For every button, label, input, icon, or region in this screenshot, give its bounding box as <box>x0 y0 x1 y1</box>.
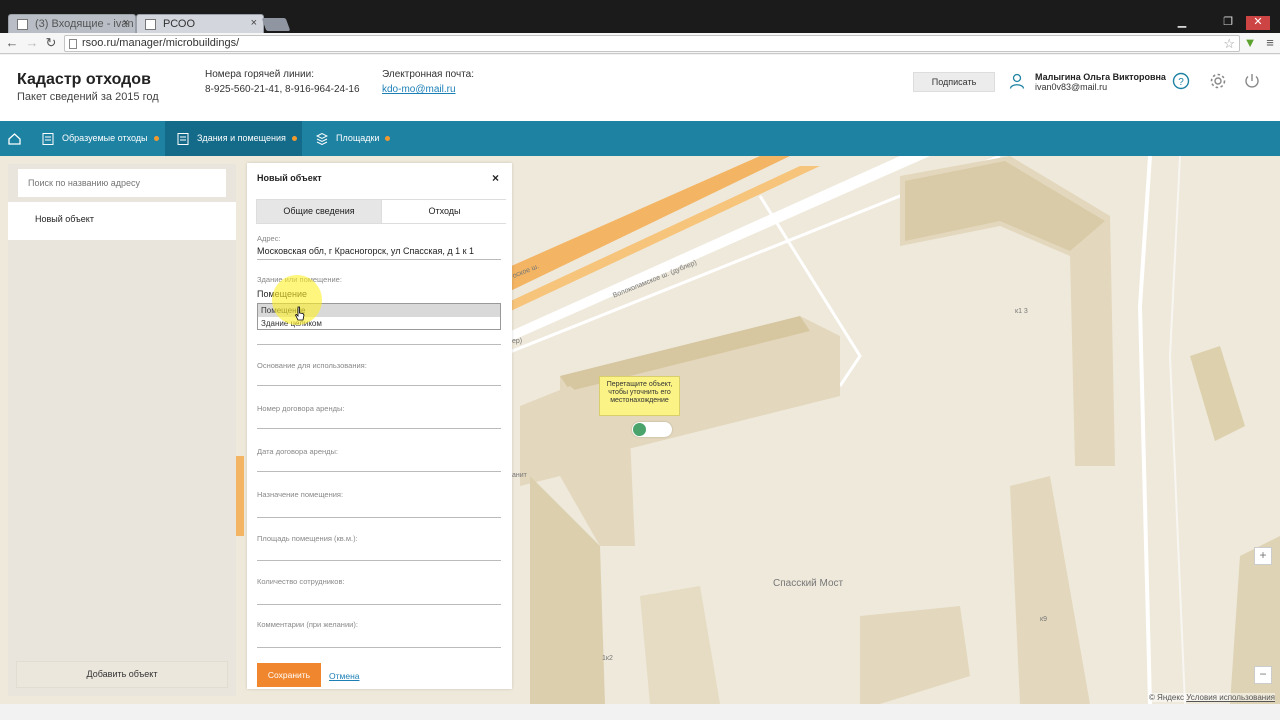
cancel-link[interactable]: Отмена <box>329 671 360 681</box>
zoom-in-button[interactable]: + <box>1254 547 1272 565</box>
comments-field[interactable] <box>257 647 501 648</box>
form-tabs: Общие сведения Отходы <box>256 199 507 224</box>
attribution-brand: © Яндекс <box>1148 693 1184 702</box>
status-dot <box>385 136 391 142</box>
help-icon[interactable]: ? <box>1172 72 1190 90</box>
url-text: rsoo.ru/manager/microbuildings/ <box>82 37 240 49</box>
browser-window: (3) Входящие - ivan × РСОО × ▁ ❐ ✕ ← → ↻… <box>0 0 1280 720</box>
status-dot <box>153 136 159 142</box>
zoom-out-button[interactable]: − <box>1254 666 1272 684</box>
hand-cursor-icon <box>294 306 305 321</box>
nav-item-label: Здания и помещения <box>197 133 286 143</box>
objects-sidebar: Новый объект Добавить объект <box>8 164 236 696</box>
area-label: Площадь помещения (кв.м.): <box>257 534 358 543</box>
purpose-label: Назначение помещения: <box>257 490 344 499</box>
road-label: анит <box>512 472 527 479</box>
browser-toolbar: ← → ↻ rsoo.ru/manager/microbuildings/ ☆ … <box>0 33 1280 54</box>
tab-general[interactable]: Общие сведения <box>257 200 382 223</box>
user-email: ivan0v83@mail.ru <box>1035 82 1108 92</box>
new-object-form: Новый объект × Общие сведения Отходы Адр… <box>247 163 512 689</box>
lease-number-label: Номер договора аренды: <box>257 404 345 413</box>
list-item-label: Новый объект <box>35 214 94 224</box>
close-tab-icon[interactable]: × <box>123 17 129 29</box>
employees-label: Количество сотрудников: <box>257 577 345 586</box>
form-title: Новый объект <box>257 173 322 183</box>
new-tab-button[interactable] <box>261 18 291 31</box>
nav-item-buildings[interactable]: Здания и помещения <box>165 121 302 156</box>
page-icon <box>145 19 156 30</box>
lease-date-field[interactable] <box>257 471 501 472</box>
back-icon[interactable]: ← <box>4 35 20 51</box>
user-name: Малыгина Ольга Викторовна <box>1035 72 1166 82</box>
svg-text:?: ? <box>1178 77 1184 88</box>
terms-link[interactable]: Условия использования <box>1186 693 1275 702</box>
site-header: Кадастр отходов Пакет сведений за 2015 г… <box>0 55 1280 121</box>
map-attribution: © Яндекс Условия использования <box>1148 693 1275 702</box>
employees-field[interactable] <box>257 604 501 605</box>
minimize-icon[interactable]: ▁ <box>1170 16 1194 30</box>
browser-tab-strip: (3) Входящие - ivan × РСОО × ▁ ❐ ✕ <box>0 0 1280 33</box>
close-window-icon[interactable]: ✕ <box>1246 16 1270 30</box>
hotline-value: 8-925-560-21-41, 8-916-964-24-16 <box>205 84 360 95</box>
save-button[interactable]: Сохранить <box>257 663 321 687</box>
home-icon[interactable] <box>0 121 29 156</box>
nav-item-label: Образуемые отходы <box>62 133 148 143</box>
bookmark-star-icon[interactable]: ☆ <box>1223 36 1235 52</box>
comments-label: Комментарии (при желании): <box>257 620 358 629</box>
clipboard-icon <box>42 133 54 145</box>
settings-gear-icon[interactable] <box>1209 72 1227 90</box>
search-input[interactable] <box>18 169 226 197</box>
map-marker-tooltip: Перетащите объект, чтобы уточнить его ме… <box>599 376 680 416</box>
browser-tab-rsoo[interactable]: РСОО × <box>136 14 264 33</box>
field-underline <box>257 259 501 260</box>
menu-icon[interactable]: ≡ <box>1262 35 1278 51</box>
browser-tab-title: РСОО <box>163 18 196 30</box>
email-link[interactable]: kdo-mo@mail.ru <box>382 84 456 95</box>
sign-button[interactable]: Подписать <box>913 72 995 92</box>
layers-icon <box>316 132 328 145</box>
address-label: Адрес: <box>257 234 281 243</box>
draggable-marker[interactable] <box>632 422 672 437</box>
address-field[interactable]: Московская обл, г Красногорск, ул Спасск… <box>257 246 474 256</box>
close-icon[interactable]: × <box>492 171 499 185</box>
email-label: Электронная почта: <box>382 69 475 80</box>
address-bar[interactable]: rsoo.ru/manager/microbuildings/ ☆ <box>64 35 1240 52</box>
browser-tab-inbox[interactable]: (3) Входящие - ivan × <box>8 14 136 33</box>
page-subtitle: Пакет сведений за 2015 год <box>17 91 159 103</box>
list-item[interactable]: Новый объект <box>8 202 236 240</box>
forward-icon[interactable]: → <box>24 35 40 51</box>
nav-item-label: Площадки <box>336 133 380 143</box>
add-object-button[interactable]: Добавить объект <box>16 661 228 688</box>
purpose-field[interactable] <box>257 517 501 518</box>
nav-item-waste[interactable]: Образуемые отходы <box>40 121 165 156</box>
clipboard-icon <box>177 133 189 145</box>
user-icon <box>1009 73 1025 89</box>
page-title: Кадастр отходов <box>17 71 151 88</box>
mail-icon <box>17 19 28 30</box>
nav-item-sites[interactable]: Площадки <box>314 121 414 156</box>
building-marker-icon <box>633 423 646 436</box>
status-dot <box>291 136 297 142</box>
page-icon <box>69 39 77 49</box>
reload-icon[interactable]: ↻ <box>43 35 59 51</box>
usage-basis-field[interactable] <box>257 385 501 386</box>
field-underline <box>257 344 501 345</box>
main-nav: Образуемые отходы Здания и помещения Пло… <box>0 121 1280 156</box>
house-number-label: к1 3 <box>1015 308 1028 315</box>
place-label: Спасский Мост <box>773 578 844 589</box>
house-number-label: к9 <box>1040 616 1047 623</box>
area-field[interactable] <box>257 560 501 561</box>
road-label: ер) <box>512 338 523 345</box>
usage-basis-label: Основание для использования: <box>257 361 367 370</box>
lease-number-field[interactable] <box>257 428 501 429</box>
browser-tab-title: (3) Входящие - ivan <box>35 18 134 30</box>
extension-icon[interactable]: ▼ <box>1242 35 1258 51</box>
power-logout-icon[interactable] <box>1243 72 1261 90</box>
close-tab-icon[interactable]: × <box>251 17 257 29</box>
maximize-icon[interactable]: ❐ <box>1216 16 1240 30</box>
hotline-label: Номера горячей линии: <box>205 69 315 80</box>
lease-date-label: Дата договора аренды: <box>257 447 338 456</box>
house-number-label: 1к2 <box>602 655 613 662</box>
tab-waste[interactable]: Отходы <box>382 200 507 223</box>
